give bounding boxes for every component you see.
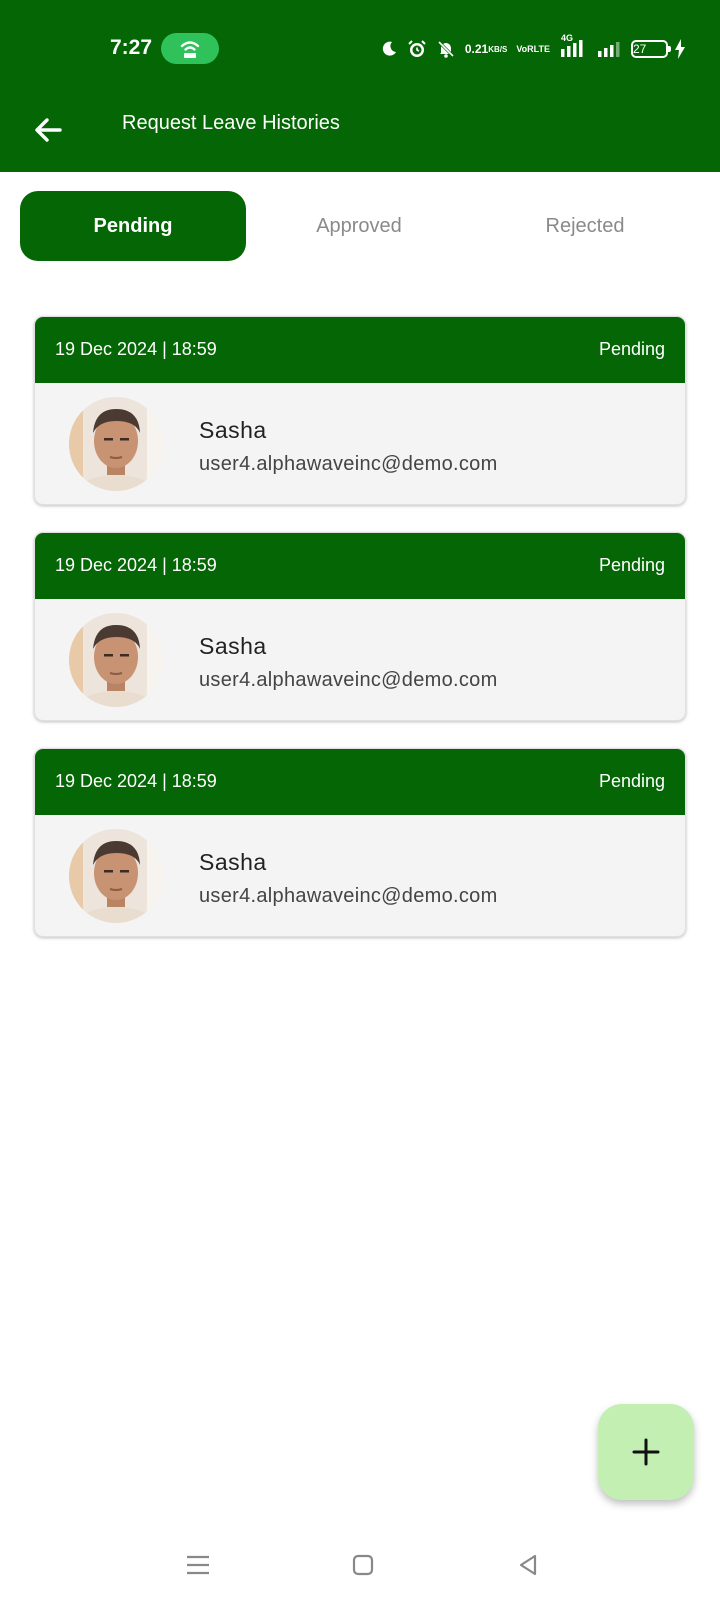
app-bar: Request Leave Histories — [0, 96, 720, 172]
card-header: 19 Dec 2024 | 18:59 Pending — [35, 749, 685, 815]
back-button[interactable] — [28, 110, 68, 150]
net-speed-unit: KB/S — [488, 44, 508, 54]
request-date: 19 Dec 2024 | 18:59 — [55, 771, 217, 791]
net-speed: 0.21 KB/S — [464, 41, 508, 56]
system-back-button[interactable] — [510, 1547, 546, 1583]
plus-icon — [632, 1438, 660, 1466]
bell-muted-icon — [436, 39, 456, 59]
page-title: Request Leave Histories — [122, 112, 340, 134]
request-status: Pending — [598, 555, 665, 575]
charging-icon — [674, 39, 686, 64]
signal-icon: 4G — [559, 33, 587, 59]
status-time: 7:27 — [110, 36, 153, 59]
employee-name: Sasha — [199, 849, 267, 875]
volte-bottom: LTE — [533, 43, 550, 54]
leave-request-card[interactable]: 19 Dec 2024 | 18:59 Pending Sasha user4.… — [34, 748, 686, 937]
avatar — [69, 613, 163, 707]
avatar — [69, 397, 163, 491]
battery-indicator: 27 — [631, 40, 671, 58]
tab-rejected[interactable]: Rejected — [472, 191, 698, 261]
employee-email: user4.alphawaveinc@demo.com — [199, 885, 498, 907]
employee-name: Sasha — [199, 633, 267, 659]
status-tabs: Pending Approved Rejected — [20, 191, 700, 261]
status-icons: 0.21 KB/S VoR LTE 4G 27 — [380, 33, 671, 62]
request-date: 19 Dec 2024 | 18:59 — [55, 339, 217, 359]
net-speed-value: 0.21 — [464, 41, 489, 56]
back-triangle-icon — [519, 1554, 537, 1576]
system-nav-bar — [0, 1535, 720, 1595]
request-date: 19 Dec 2024 | 18:59 — [55, 555, 217, 575]
employee-name: Sasha — [199, 417, 267, 443]
network-type: 4G — [561, 33, 574, 43]
status-bar: 7:27 0.21 KB/S VoR LTE 4G 27 — [0, 0, 720, 96]
tab-pending[interactable]: Pending — [20, 191, 246, 261]
request-status: Pending — [598, 771, 665, 791]
avatar — [69, 829, 163, 923]
request-status: Pending — [598, 339, 665, 359]
arrow-left-icon — [35, 118, 62, 142]
volte-top: VoR — [516, 43, 534, 54]
moon-icon — [380, 40, 398, 58]
hotspot-indicator[interactable] — [161, 33, 219, 64]
leave-request-card[interactable]: 19 Dec 2024 | 18:59 Pending Sasha user4.… — [34, 532, 686, 721]
leave-request-card[interactable]: 19 Dec 2024 | 18:59 Pending Sasha user4.… — [34, 316, 686, 505]
card-header: 19 Dec 2024 | 18:59 Pending — [35, 317, 685, 383]
home-button[interactable] — [345, 1547, 381, 1583]
recents-button[interactable] — [180, 1547, 216, 1583]
card-header: 19 Dec 2024 | 18:59 Pending — [35, 533, 685, 599]
menu-icon — [187, 1555, 209, 1575]
add-request-button[interactable] — [598, 1404, 694, 1500]
alarm-icon — [407, 39, 427, 59]
hotspot-icon — [180, 41, 200, 58]
employee-email: user4.alphawaveinc@demo.com — [199, 669, 498, 691]
home-square-icon — [352, 1554, 374, 1576]
tab-approved[interactable]: Approved — [246, 191, 472, 261]
employee-email: user4.alphawaveinc@demo.com — [199, 453, 498, 475]
volte-indicator: VoR LTE — [516, 43, 550, 54]
signal-icon — [596, 39, 622, 59]
